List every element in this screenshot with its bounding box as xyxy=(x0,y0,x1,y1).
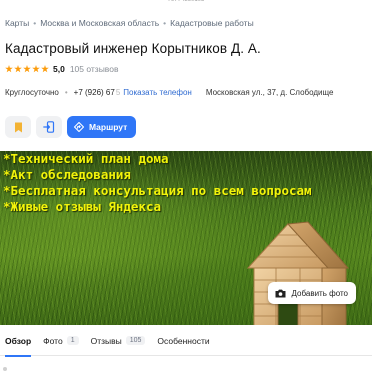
star-icon xyxy=(5,65,13,73)
tab-label: Обзор xyxy=(5,335,32,346)
breadcrumb-item-region[interactable]: Москва и Московская область xyxy=(40,18,159,28)
tab-features[interactable]: Особенности xyxy=(157,326,209,356)
breadcrumb-item-category[interactable]: Кадастровые работы xyxy=(170,18,254,28)
phone-transfer-icon xyxy=(43,121,55,133)
banner-text: *Технический план дома *Акт обследования… xyxy=(3,151,312,215)
working-hours: Круглосуточно xyxy=(5,88,59,97)
tab-count-badge: 105 xyxy=(125,336,146,345)
address: Московская ул., 37, д. Слободище xyxy=(205,88,334,97)
section-marker xyxy=(3,367,7,371)
phone-number: +7 (926) 67 xyxy=(73,88,115,97)
tab-photos[interactable]: Фото 1 xyxy=(43,326,79,356)
action-buttons: Маршрут xyxy=(5,116,137,138)
banner-line: *Акт обследования xyxy=(3,167,131,182)
camera-icon xyxy=(275,289,286,297)
rating-summary: 5,0 105 отзывов xyxy=(5,64,118,74)
wooden-house-illustration xyxy=(246,221,350,325)
contact-info-row: Круглосуточно • +7 (926) 67 5 Показать т… xyxy=(5,88,372,97)
bookmark-icon xyxy=(14,122,22,132)
banner-line: *Живые отзывы Яндекса xyxy=(3,199,162,214)
tab-label: Фото xyxy=(43,335,63,346)
breadcrumb-item-maps[interactable]: Карты xyxy=(5,18,29,28)
bookmark-button[interactable] xyxy=(5,116,31,138)
breadcrumb-separator: • xyxy=(33,18,37,28)
star-icon xyxy=(14,65,22,73)
show-phone-link[interactable]: Показать телефон xyxy=(123,88,192,97)
content-divider xyxy=(0,366,372,372)
add-photo-label: Добавить фото xyxy=(291,288,348,298)
star-icon xyxy=(41,65,49,73)
info-separator: • xyxy=(64,88,68,97)
reviews-count-link[interactable]: 105 отзывов xyxy=(70,64,119,74)
tab-overview[interactable]: Обзор xyxy=(5,326,32,357)
phone-number-hidden: 5 xyxy=(115,88,121,97)
breadcrumb: Карты • Москва и Московская область • Ка… xyxy=(5,18,254,28)
breadcrumb-separator: • xyxy=(163,18,167,28)
page-title: Кадастровый инженер Корытников Д. А. xyxy=(5,41,261,56)
add-photo-button[interactable]: Добавить фото xyxy=(267,282,356,304)
banner-line: *Технический план дома xyxy=(3,151,169,166)
tab-reviews[interactable]: Отзывы 105 xyxy=(91,326,146,356)
section-tabs: Обзор Фото 1 Отзывы 105 Особенности xyxy=(0,326,372,357)
tab-label: Отзывы xyxy=(90,335,122,346)
cover-photo[interactable]: *Технический план дома *Акт обследования… xyxy=(0,151,372,325)
banner-line: *Бесплатная консультация по всем вопроса… xyxy=(3,183,312,198)
star-icon xyxy=(32,65,40,73)
rating-stars xyxy=(5,65,49,73)
tab-label: Особенности xyxy=(157,335,210,346)
route-icon xyxy=(74,122,84,132)
tab-count-badge: 1 xyxy=(66,336,79,345)
rating-value: 5,0 xyxy=(53,64,65,74)
star-icon xyxy=(23,65,31,73)
page-id-text: 79774860105 xyxy=(167,0,205,3)
route-button-label: Маршрут xyxy=(89,122,128,132)
send-to-phone-button[interactable] xyxy=(36,116,62,138)
route-button[interactable]: Маршрут xyxy=(67,116,137,138)
